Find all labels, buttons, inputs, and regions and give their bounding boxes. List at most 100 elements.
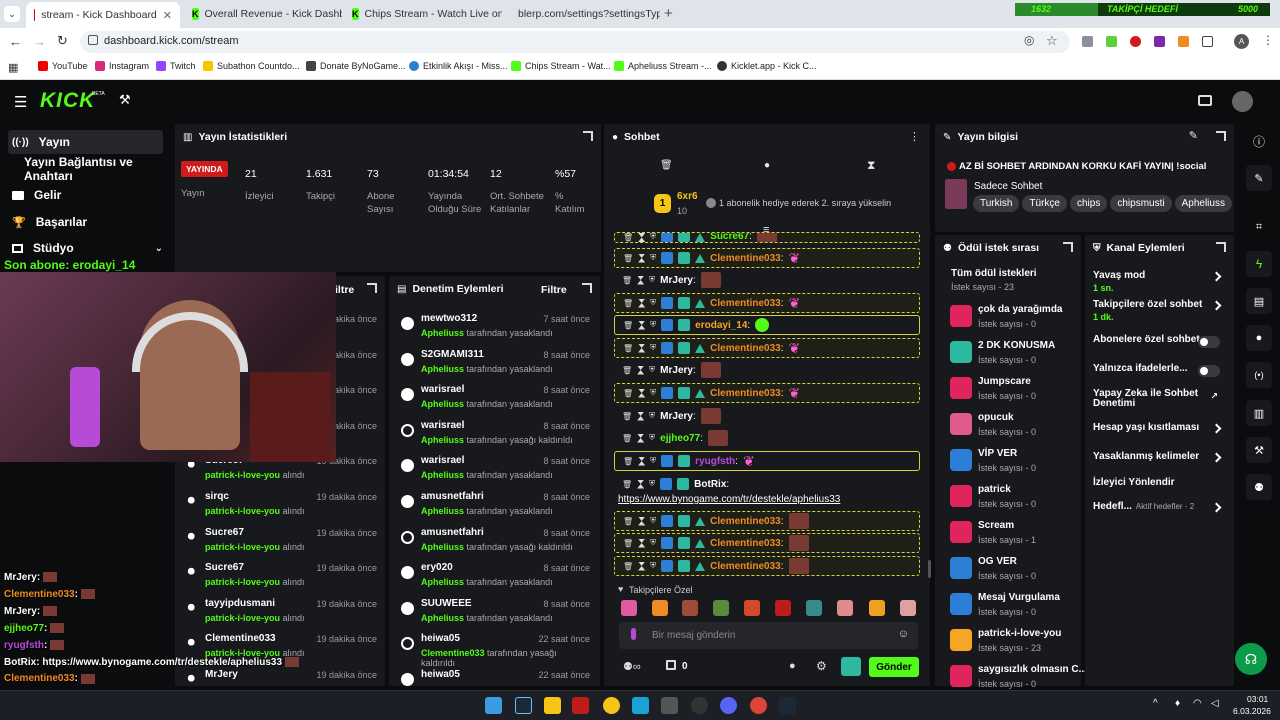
bot-link[interactable]: https://www.bynogame.com/tr/destekle/aph… <box>618 494 840 505</box>
channel-action[interactable]: Hesap yaşı kısıtlaması <box>1093 422 1228 434</box>
trash-icon[interactable]: 🗑 <box>623 299 633 308</box>
users-icon[interactable]: ⚉ <box>1246 474 1272 500</box>
reward-item[interactable]: Jumpscare İstek sayısı - 0 <box>950 373 1082 407</box>
activity-row[interactable]: Sucre67 19 dakika önce patrick-i-love-you … <box>178 525 381 559</box>
reward-item[interactable]: opucuk İstek sayısı - 0 <box>950 409 1082 443</box>
trash-icon[interactable]: 🗑 <box>660 160 673 171</box>
extension-icon[interactable] <box>1082 36 1093 47</box>
channel-action[interactable]: Takipçilere özel sohbet 1 dk. <box>1093 299 1228 322</box>
sidebar-item-basarilar[interactable]: 🏆 Başarılar <box>8 210 87 234</box>
wrench-icon[interactable]: ⚒ <box>1246 437 1272 463</box>
chevron-right-icon[interactable] <box>1211 300 1222 311</box>
moderation-row[interactable]: mewtwo312 7 saat önce Apheliuss tarafından… <box>392 311 592 345</box>
chat-message[interactable]: 🗑 ⛨ Clementine033: <box>614 533 920 553</box>
chat-message[interactable]: 🗑 ⛨ ejjheo77: <box>614 428 920 448</box>
app-icon[interactable] <box>661 697 678 714</box>
expand-icon[interactable] <box>1216 242 1226 252</box>
channel-action[interactable]: Abonelere özel sohbet <box>1093 334 1228 348</box>
hourglass-icon[interactable] <box>637 433 645 443</box>
chat-message[interactable]: 🗑 ⛨ Clementine033: ❦ <box>614 338 920 358</box>
broadcast-icon[interactable]: (•) <box>1246 362 1272 388</box>
hammer-icon[interactable]: ⚒ <box>119 92 131 108</box>
chat-user[interactable]: Clementine033 <box>710 343 781 354</box>
reward-item[interactable]: patrick İstek sayısı - 0 <box>950 481 1082 515</box>
expand-icon[interactable] <box>1063 242 1073 252</box>
emoji-icon[interactable]: ☺ <box>898 628 909 640</box>
hourglass-icon[interactable] <box>638 253 646 263</box>
reward-item[interactable]: VİP VER İstek sayısı - 0 <box>950 445 1082 479</box>
hourglass-icon[interactable] <box>637 479 645 489</box>
emote[interactable] <box>869 600 885 616</box>
external-link-icon[interactable]: ↗ <box>1210 391 1218 402</box>
gear-icon[interactable]: ⚙ <box>816 659 827 673</box>
sidebar-item-yayin[interactable]: ((·)) Yayın <box>8 130 163 154</box>
chat-user[interactable]: MrJery <box>660 411 693 422</box>
tab-chips-stream[interactable]: K Chips Stream - Watch Live on K ✕ <box>344 4 502 24</box>
toggle[interactable] <box>1198 365 1220 377</box>
emote[interactable] <box>682 600 698 616</box>
tab-blerp[interactable]: blerp.com/settings?settingsTyp ✕ <box>504 4 660 24</box>
expand-icon[interactable] <box>582 283 592 293</box>
site-info-icon[interactable] <box>88 35 98 45</box>
gift-box-icon[interactable] <box>666 660 676 670</box>
chrome-icon[interactable] <box>603 697 620 714</box>
info-icon[interactable]: ⓘ <box>1246 128 1272 154</box>
all-requests[interactable]: Tüm ödül istekleri <box>951 268 1037 279</box>
chat-user[interactable]: MrJery <box>660 275 693 286</box>
chat-input[interactable]: Bir mesaj gönderin ☺ <box>619 622 918 649</box>
windows-icon[interactable] <box>485 697 502 714</box>
chat-user[interactable]: Sucre67 <box>710 233 749 242</box>
hourglass-icon[interactable] <box>637 365 645 375</box>
chat-scrollbar[interactable] <box>928 560 931 578</box>
tag[interactable]: chipsmusti <box>1110 195 1172 212</box>
url-input[interactable]: dashboard.kick.com/stream <box>80 31 1070 53</box>
moderation-row[interactable]: warisrael 8 saat önce Apheliuss tarafından… <box>392 382 592 416</box>
more-icon[interactable]: ⋮ <box>909 130 920 143</box>
shield-icon[interactable]: ⛨ <box>649 433 655 443</box>
shield-icon[interactable]: ⛨ <box>650 561 656 571</box>
star-icon[interactable]: ☆ <box>1046 33 1058 49</box>
hourglass-icon[interactable] <box>638 456 646 466</box>
expand-icon[interactable] <box>583 131 593 141</box>
steam-icon[interactable] <box>779 697 796 714</box>
steam-icon[interactable] <box>515 697 532 714</box>
trash-icon[interactable]: 🗑 <box>623 344 633 353</box>
send-button[interactable]: Gönder <box>869 657 919 677</box>
app-icon[interactable] <box>572 697 589 714</box>
emote[interactable] <box>621 600 637 616</box>
emote[interactable] <box>652 600 668 616</box>
reward-item[interactable]: Scream İstek sayısı - 1 <box>950 517 1082 551</box>
activity-row[interactable]: sirqc 19 dakika önce patrick-i-love-you al… <box>178 489 381 523</box>
bookmark[interactable]: Donate ByNoGame... <box>306 61 406 71</box>
chrome-icon[interactable] <box>750 697 767 714</box>
cast-icon[interactable] <box>1198 95 1212 106</box>
chat-user[interactable]: Clementine033 <box>710 388 781 399</box>
moderation-row[interactable]: ery020 8 saat önce Apheliuss tarafından ya… <box>392 560 592 594</box>
shield-icon[interactable]: ⛨ <box>650 388 656 398</box>
tag[interactable]: Apheliuss <box>1174 195 1232 212</box>
chat-message[interactable]: 🗑 ⛨ ryugfsth: ❦ <box>614 451 920 471</box>
bookmark[interactable]: Apheliuss Stream -... <box>614 61 712 71</box>
bookmark[interactable]: Twitch <box>156 61 196 71</box>
bookmark[interactable]: Subathon Countdo... <box>203 61 300 71</box>
bookmark[interactable]: Kicklet.app - Kick C... <box>717 61 817 71</box>
chat-user[interactable]: Clementine033 <box>710 253 781 264</box>
bookmark[interactable]: Etkinlik Akışı - Miss... <box>409 61 508 71</box>
document-icon[interactable]: ▤ <box>1246 288 1272 314</box>
hourglass-icon[interactable] <box>638 320 646 330</box>
trash-icon[interactable]: 🗑 <box>622 434 632 443</box>
bolt-icon[interactable]: ϟ <box>1246 251 1272 277</box>
chevron-right-icon[interactable] <box>1211 502 1222 513</box>
trash-icon[interactable]: 🗑 <box>623 562 633 571</box>
mic-icon[interactable] <box>631 628 636 640</box>
trash-icon[interactable]: 🗑 <box>623 233 633 242</box>
channel-action[interactable]: Yavaş mod 1 sn. <box>1093 270 1228 293</box>
kick-logo[interactable]: KICK <box>40 89 95 113</box>
moderation-row[interactable]: warisrael 8 saat önce Apheliuss tarafından… <box>392 453 592 487</box>
extension-icon[interactable] <box>1178 36 1189 47</box>
tray-chevron-icon[interactable]: ^ <box>1153 698 1158 709</box>
chat-user[interactable]: BotRix <box>694 479 726 490</box>
moderation-row[interactable]: amusnetfahri 8 saat önce Apheliuss tarafın… <box>392 489 592 523</box>
chat-user[interactable]: Clementine033 <box>710 298 781 309</box>
trash-icon[interactable]: 🗑 <box>623 539 633 548</box>
